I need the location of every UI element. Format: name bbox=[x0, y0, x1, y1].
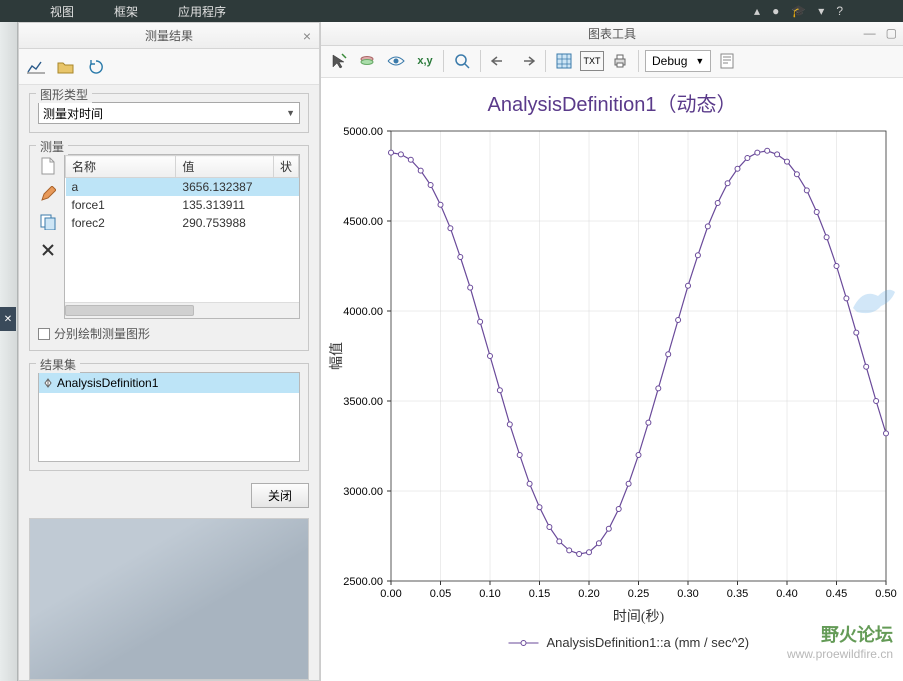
measure-results-panel: 测量结果 × 图形类型 测量对时间 ▼ 测量 bbox=[18, 22, 320, 681]
delete-x-icon[interactable] bbox=[38, 240, 58, 260]
svg-text:时间(秒): 时间(秒) bbox=[613, 609, 665, 625]
svg-text:0.30: 0.30 bbox=[677, 588, 698, 600]
separate-plot-checkbox[interactable]: 分别绘制测量图形 bbox=[38, 325, 300, 342]
checkbox-icon bbox=[38, 328, 50, 340]
table-row[interactable]: force1135.313911 bbox=[66, 196, 299, 214]
text-file-icon[interactable]: TXT bbox=[580, 51, 604, 71]
panel-title-text: 测量结果 bbox=[145, 27, 193, 44]
maximize-icon[interactable]: ▢ bbox=[886, 26, 897, 40]
eye-icon[interactable] bbox=[383, 49, 409, 73]
open-folder-icon[interactable] bbox=[55, 56, 77, 78]
nav-diamond-icon bbox=[41, 376, 55, 390]
chart-panel-title: 图表工具 — ▢ bbox=[321, 22, 903, 46]
chevron-down-icon: ▼ bbox=[695, 56, 704, 66]
table-row[interactable]: a3656.132387 bbox=[66, 178, 299, 197]
left-toolbar bbox=[19, 49, 319, 85]
format-icon[interactable] bbox=[715, 49, 739, 73]
dropdown-value: 测量对时间 bbox=[43, 105, 103, 122]
grid-icon[interactable] bbox=[552, 49, 576, 73]
help-icon[interactable]: ? bbox=[836, 4, 843, 18]
bird-logo-icon bbox=[843, 268, 903, 328]
group-legend: 结果集 bbox=[36, 356, 80, 373]
svg-text:0.40: 0.40 bbox=[776, 588, 797, 600]
menu-app[interactable]: 应用程序 bbox=[158, 3, 246, 20]
graph-type-dropdown[interactable]: 测量对时间 ▼ bbox=[38, 102, 300, 124]
caret-up-icon[interactable]: ▴ bbox=[754, 4, 760, 18]
graduation-icon[interactable]: 🎓 bbox=[791, 4, 806, 18]
chart-panel-title-text: 图表工具 bbox=[588, 25, 636, 42]
chart-svg: 0.00 0.05 0.10 0.15 0.20 0.25 0.30 0.35 0.40 0.45… bbox=[321, 121, 901, 681]
group-legend: 图形类型 bbox=[36, 86, 92, 103]
user-icon[interactable]: ● bbox=[772, 4, 779, 18]
close-icon[interactable]: × bbox=[303, 28, 311, 44]
table-row[interactable]: forec2290.753988 bbox=[66, 214, 299, 232]
measure-table[interactable]: 名称 值 状 a3656.132387force1135.313911forec… bbox=[64, 154, 300, 319]
result-item-label: AnalysisDefinition1 bbox=[57, 376, 158, 390]
chart-panel: 图表工具 — ▢ x,y TXT Debug ▼ bbox=[320, 22, 903, 681]
svg-text:0.10: 0.10 bbox=[479, 588, 500, 600]
dropdown-caret-icon[interactable]: ▾ bbox=[818, 4, 824, 18]
menu-frame[interactable]: 框架 bbox=[94, 3, 158, 20]
svg-text:0.00: 0.00 bbox=[380, 588, 401, 600]
xy-coord-icon[interactable]: x,y bbox=[413, 49, 437, 73]
minimize-icon[interactable]: — bbox=[864, 26, 876, 40]
svg-text:4500.00: 4500.00 bbox=[343, 216, 383, 228]
col-name[interactable]: 名称 bbox=[66, 156, 176, 178]
graph-icon[interactable] bbox=[25, 56, 47, 78]
chart-title: AnalysisDefinition1（动态） bbox=[321, 78, 903, 121]
svg-text:2500.00: 2500.00 bbox=[343, 576, 383, 588]
viewport-preview bbox=[29, 518, 309, 680]
svg-text:0.45: 0.45 bbox=[826, 588, 847, 600]
result-item[interactable]: AnalysisDefinition1 bbox=[39, 373, 299, 393]
close-button[interactable]: 关闭 bbox=[251, 483, 309, 508]
menubar: 视图 框架 应用程序 ▴ ● 🎓 ▾ ? bbox=[0, 0, 903, 22]
refresh-icon[interactable] bbox=[85, 56, 107, 78]
debug-dropdown[interactable]: Debug ▼ bbox=[645, 50, 711, 72]
group-graph-type: 图形类型 测量对时间 ▼ bbox=[29, 93, 309, 133]
zoom-fit-icon[interactable] bbox=[450, 49, 474, 73]
group-result-set: 结果集 AnalysisDefinition1 bbox=[29, 363, 309, 471]
svg-text:3000.00: 3000.00 bbox=[343, 486, 383, 498]
undo-icon[interactable] bbox=[487, 49, 511, 73]
svg-text:0.50: 0.50 bbox=[875, 588, 896, 600]
copy-icon[interactable] bbox=[38, 212, 58, 232]
result-list[interactable]: AnalysisDefinition1 bbox=[38, 372, 300, 462]
dock-tab-button[interactable]: ✕ bbox=[0, 307, 16, 331]
svg-text:4000.00: 4000.00 bbox=[343, 306, 383, 318]
chevron-down-icon: ▼ bbox=[286, 108, 295, 118]
svg-text:0.35: 0.35 bbox=[727, 588, 748, 600]
svg-text:0.15: 0.15 bbox=[529, 588, 550, 600]
svg-text:AnalysisDefinition1::a (mm /: AnalysisDefinition1::a (mm / sec^2) bbox=[547, 635, 750, 650]
col-status[interactable]: 状 bbox=[273, 156, 298, 178]
print-icon[interactable] bbox=[608, 49, 632, 73]
left-dock-strip: ✕ bbox=[0, 22, 18, 681]
table-hscrollbar[interactable] bbox=[65, 302, 299, 318]
group-measure: 测量 名称 值 状 a3656.132387force1135 bbox=[29, 145, 309, 351]
svg-text:3500.00: 3500.00 bbox=[343, 396, 383, 408]
cursor-icon[interactable] bbox=[327, 49, 351, 73]
svg-text:0.25: 0.25 bbox=[628, 588, 649, 600]
layers-icon[interactable] bbox=[355, 49, 379, 73]
debug-label: Debug bbox=[652, 54, 687, 68]
chart-area[interactable]: AnalysisDefinition1（动态） 0.00 0.05 0.10 0.15… bbox=[321, 78, 903, 681]
col-value[interactable]: 值 bbox=[176, 156, 274, 178]
new-doc-icon[interactable] bbox=[38, 156, 58, 176]
svg-text:0.20: 0.20 bbox=[578, 588, 599, 600]
menu-view[interactable]: 视图 bbox=[30, 3, 94, 20]
group-legend: 测量 bbox=[36, 138, 68, 155]
redo-icon[interactable] bbox=[515, 49, 539, 73]
svg-text:5000.00: 5000.00 bbox=[343, 126, 383, 138]
svg-text:0.05: 0.05 bbox=[430, 588, 451, 600]
edit-pencil-icon[interactable] bbox=[38, 184, 58, 204]
checkbox-label: 分别绘制测量图形 bbox=[54, 325, 150, 342]
svg-text:幅值: 幅值 bbox=[328, 342, 344, 370]
panel-title: 测量结果 × bbox=[19, 23, 319, 49]
chart-toolbar: x,y TXT Debug ▼ bbox=[321, 46, 903, 79]
